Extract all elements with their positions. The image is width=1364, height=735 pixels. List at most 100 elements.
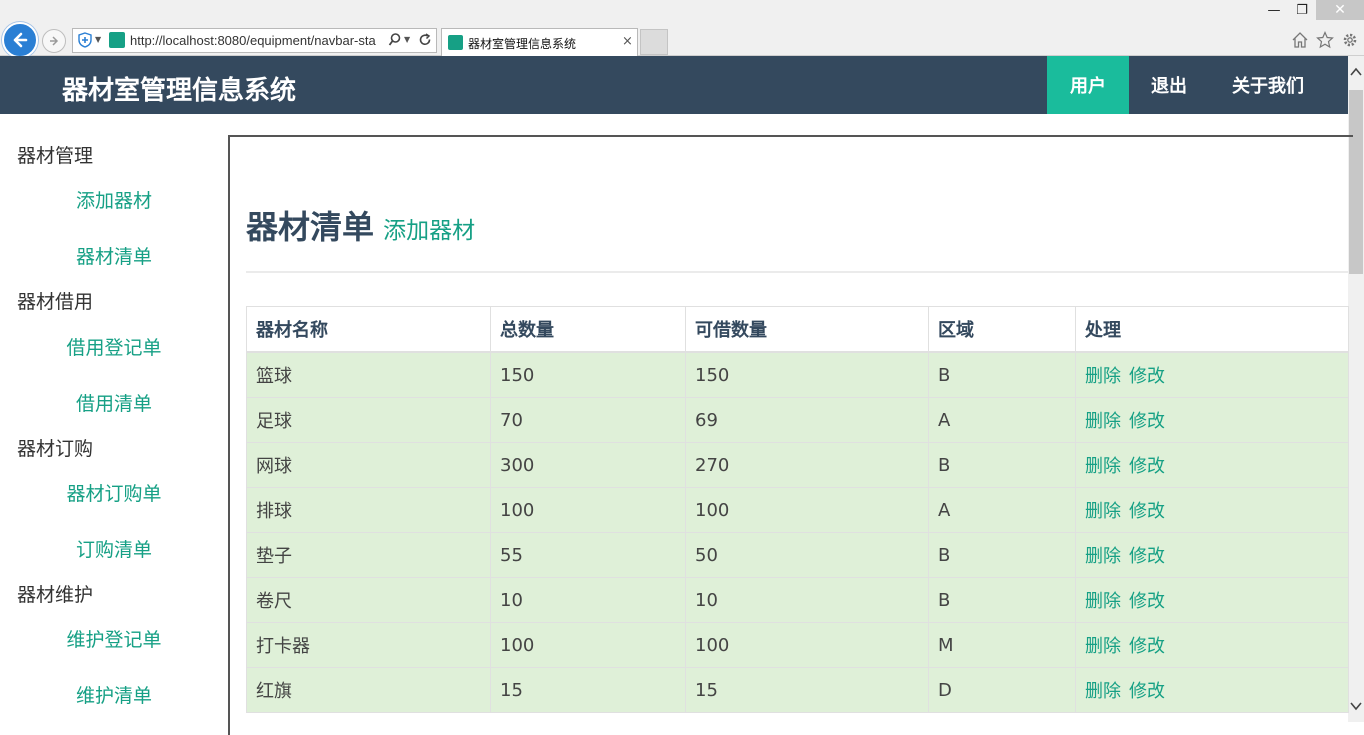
back-button[interactable] [2,22,38,58]
cell-total: 150 [490,351,686,398]
chevron-down-icon[interactable]: ▼ [404,35,410,44]
cell-name: 足球 [246,397,491,443]
new-tab-button[interactable] [640,29,668,55]
shield-icon[interactable] [77,32,93,48]
table-header-row: 器材名称 总数量 可借数量 区域 处理 [246,306,1349,353]
window-close-button[interactable]: ✕ [1316,0,1364,20]
cell-name: 网球 [246,442,491,488]
window-minimize-button[interactable]: — [1263,0,1285,20]
sidebar-link-equipment-list[interactable]: 器材清单 [0,242,228,269]
cell-available: 150 [685,351,929,398]
arrow-left-icon [13,32,28,48]
delete-link[interactable]: 删除 [1085,456,1121,477]
delete-link[interactable]: 删除 [1085,591,1121,612]
gear-icon[interactable] [1340,30,1360,50]
chevron-down-icon[interactable]: ▼ [95,35,101,44]
column-header-actions: 处理 [1075,306,1349,353]
tab-title: 器材室管理信息系统 [468,37,577,51]
sidebar-link-purchase-list[interactable]: 订购清单 [0,535,228,562]
sidebar-heading: 器材管理 [17,145,94,167]
edit-link[interactable]: 修改 [1129,636,1165,657]
nav-item-logout[interactable]: 退出 [1129,56,1209,114]
table-row: 排球 100 100 A 删除 修改 [246,487,1349,533]
window-maximize-button[interactable]: ❐ [1290,0,1314,20]
close-icon[interactable]: × [622,34,633,49]
edit-link[interactable]: 修改 [1129,546,1165,567]
site-favicon-icon [448,35,463,50]
column-header-name: 器材名称 [246,306,491,353]
cell-area: B [928,351,1076,398]
sidebar-heading: 器材订购 [17,438,94,460]
cell-actions: 删除 修改 [1075,487,1349,533]
sidebar: 器材管理 添加器材 器材清单 器材借用 借用登记单 借用清单 器材订购 器材订购… [0,114,228,722]
cell-total: 10 [490,577,686,623]
sidebar-link-borrow-register[interactable]: 借用登记单 [0,333,228,360]
edit-link[interactable]: 修改 [1129,501,1165,522]
cell-area: B [928,532,1076,578]
table-row: 打卡器 100 100 M 删除 修改 [246,622,1349,668]
url-text[interactable]: http://localhost:8080/equipment/navbar-s… [130,33,385,48]
cell-available: 10 [685,577,929,623]
cell-available: 15 [685,667,929,713]
sidebar-link-add-equipment[interactable]: 添加器材 [0,186,228,213]
cell-actions: 删除 修改 [1075,622,1349,668]
delete-link[interactable]: 删除 [1085,681,1121,702]
column-header-area: 区域 [928,306,1076,353]
delete-link[interactable]: 删除 [1085,411,1121,432]
edit-link[interactable]: 修改 [1129,411,1165,432]
arrow-right-icon [50,36,59,46]
cell-area: D [928,667,1076,713]
browser-tab[interactable]: 器材室管理信息系统 × [441,28,638,56]
cell-area: M [928,622,1076,668]
delete-link[interactable]: 删除 [1085,501,1121,522]
sidebar-link-borrow-list[interactable]: 借用清单 [0,389,228,416]
scroll-up-icon[interactable] [1348,64,1364,80]
cell-area: A [928,487,1076,533]
delete-link[interactable]: 删除 [1085,546,1121,567]
edit-link[interactable]: 修改 [1129,681,1165,702]
search-icon[interactable] [388,32,402,48]
sidebar-heading: 器材借用 [17,291,94,313]
cell-total: 100 [490,622,686,668]
delete-link[interactable]: 删除 [1085,636,1121,657]
add-equipment-link[interactable]: 添加器材 [383,218,475,244]
edit-link[interactable]: 修改 [1129,366,1165,387]
refresh-icon[interactable] [417,32,433,48]
star-icon[interactable] [1315,30,1335,50]
nav-item-about[interactable]: 关于我们 [1209,56,1327,114]
sidebar-link-maintenance-list[interactable]: 维护清单 [0,681,228,708]
table-row: 卷尺 10 10 B 删除 修改 [246,577,1349,623]
cell-actions: 删除 修改 [1075,351,1349,398]
cell-name: 排球 [246,487,491,533]
address-bar[interactable]: ▼ http://localhost:8080/equipment/navbar… [72,28,437,53]
cell-available: 100 [685,487,929,533]
column-header-available: 可借数量 [685,306,929,353]
nav-item-user[interactable]: 用户 [1047,56,1129,114]
cell-total: 55 [490,532,686,578]
cell-available: 270 [685,442,929,488]
cell-name: 卷尺 [246,577,491,623]
brand-title[interactable]: 器材室管理信息系统 [62,70,296,107]
table-row: 足球 70 69 A 删除 修改 [246,397,1349,443]
cell-total: 70 [490,397,686,443]
cell-name: 垫子 [246,532,491,578]
sidebar-link-purchase-order[interactable]: 器材订购单 [0,479,228,506]
forward-button[interactable] [42,29,66,53]
cell-name: 红旗 [246,667,491,713]
edit-link[interactable]: 修改 [1129,456,1165,477]
browser-chrome: — ❐ ✕ ▼ http://localhost:8080/equipment/… [0,0,1364,58]
cell-actions: 删除 修改 [1075,577,1349,623]
divider [246,271,1348,273]
page-title-text: 器材清单 [246,208,375,246]
table-row: 篮球 150 150 B 删除 修改 [246,351,1349,398]
cell-total: 15 [490,667,686,713]
edit-link[interactable]: 修改 [1129,591,1165,612]
cell-actions: 删除 修改 [1075,532,1349,578]
sidebar-heading: 器材维护 [17,584,94,606]
table-row: 垫子 55 50 B 删除 修改 [246,532,1349,578]
delete-link[interactable]: 删除 [1085,366,1121,387]
cell-actions: 删除 修改 [1075,442,1349,488]
home-icon[interactable] [1290,30,1310,50]
sidebar-link-maintenance-register[interactable]: 维护登记单 [0,625,228,652]
cell-available: 100 [685,622,929,668]
